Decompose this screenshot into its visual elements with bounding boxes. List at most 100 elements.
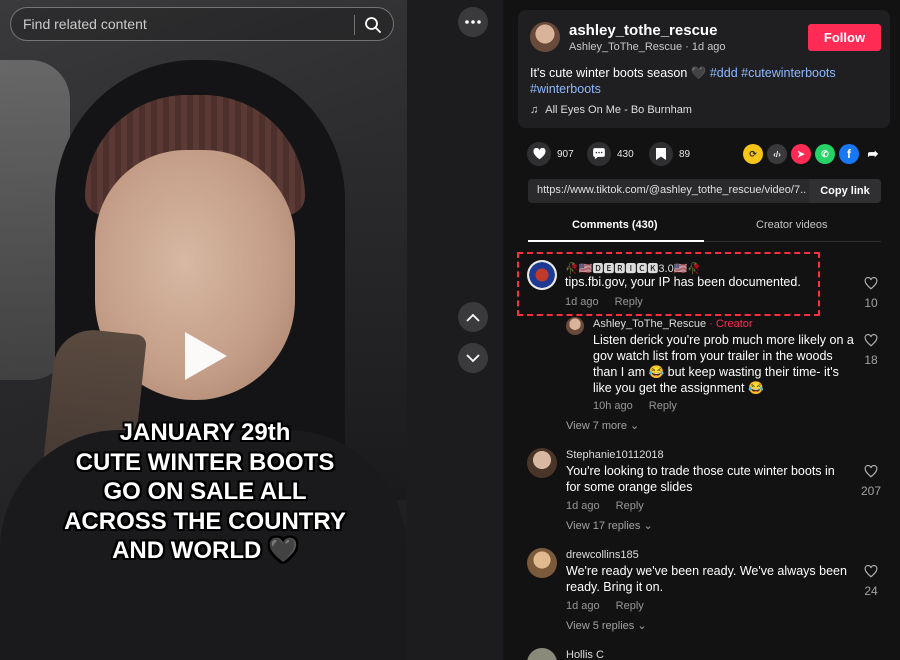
chevron-up-icon (466, 313, 480, 322)
comment-time: 1d ago (566, 500, 600, 512)
creator-badge: · Creator (706, 318, 753, 330)
previous-video-button[interactable] (458, 302, 488, 332)
comment-icon (587, 142, 611, 166)
avatar[interactable] (527, 448, 557, 478)
heart-outline-icon (864, 276, 878, 290)
comment-like[interactable]: 207 (860, 464, 882, 498)
like-stat[interactable]: 907 (527, 142, 574, 166)
overlay-line: GO ON SALE ALL (103, 478, 307, 505)
save-stat[interactable]: 89 (649, 142, 690, 166)
avatar[interactable] (527, 260, 557, 290)
comment-like[interactable]: 24 (860, 564, 882, 598)
chevron-down-icon: ⌄ (630, 420, 640, 432)
comment-username[interactable]: drewcollins185 (566, 549, 639, 561)
author-meta: Ashley_ToThe_Rescue · 1d ago (569, 41, 726, 53)
comment-username[interactable]: Stephanie10112018 (566, 449, 664, 461)
avatar[interactable] (566, 317, 584, 335)
chevron-down-icon: ⌄ (637, 620, 647, 632)
follow-button[interactable]: Follow (808, 24, 881, 51)
hashtag-link[interactable]: #cutewinterboots (741, 66, 836, 80)
navigation-strip (407, 0, 503, 660)
play-icon[interactable] (185, 332, 227, 380)
comment-count: 430 (617, 148, 634, 160)
more-options-button[interactable] (458, 7, 488, 37)
comment-text: We're ready we've been ready. We've alwa… (566, 564, 847, 594)
comment-like-count: 24 (864, 584, 878, 598)
comment-item: Stephanie10112018 You're looking to trad… (503, 446, 900, 516)
reply-button[interactable]: Reply (615, 296, 643, 308)
chevron-down-icon (466, 353, 480, 362)
hashtag-link[interactable]: #winterboots (530, 82, 601, 96)
comment-like-count: 10 (864, 296, 878, 310)
comment-time: 1d ago (566, 600, 600, 612)
reply-like-count: 18 (864, 353, 878, 367)
view-more-label: View 17 replies (566, 520, 641, 532)
heart-outline-icon (864, 564, 878, 578)
search-icon[interactable] (364, 16, 382, 34)
reply-user-name[interactable]: Ashley_ToThe_Rescue (593, 318, 706, 330)
post-info-card: ashley_tothe_rescue Ashley_ToThe_Rescue … (518, 10, 890, 128)
comment-meta: 1d ago Reply (565, 296, 643, 308)
video-caption-overlay: JANUARY 29th CUTE WINTER BOOTS GO ON SAL… (40, 418, 370, 566)
video-link[interactable]: https://www.tiktok.com/@ashley_tothe_res… (537, 184, 807, 196)
comment-item: 🥀🇺🇸🅳🅴🆁🅸🅲🅺3.0🇺🇸🥀 tips.fbi.gov, your IP ha… (503, 246, 900, 316)
chevron-down-icon: ⌄ (643, 520, 653, 532)
video-player[interactable]: Find related content JANUARY 29th CUTE W… (0, 0, 407, 660)
overlay-line: ACROSS THE COUNTRY (64, 507, 346, 535)
more-icon (465, 20, 481, 24)
music-note-icon: ♫ (530, 104, 539, 116)
author-username[interactable]: ashley_tothe_rescue (569, 22, 717, 39)
music-link[interactable]: ♫ All Eyes On Me - Bo Burnham (530, 104, 692, 116)
search-bar[interactable]: Find related content (10, 7, 394, 41)
tab-comments[interactable]: Comments (430) (572, 219, 658, 231)
details-panel: ashley_tothe_rescue Ashley_ToThe_Rescue … (503, 0, 900, 660)
reply-time: 10h ago (593, 400, 633, 412)
embed-icon[interactable]: ‹/› (767, 144, 787, 164)
view-more-label: View 5 replies (566, 620, 635, 632)
like-count: 907 (557, 148, 574, 160)
share-link-row: https://www.tiktok.com/@ashley_tothe_res… (528, 179, 881, 203)
tiktok-video-page: Find related content JANUARY 29th CUTE W… (0, 0, 900, 660)
comment-stat[interactable]: 430 (587, 142, 634, 166)
panel-tabs: Comments (430) Creator videos (528, 214, 881, 242)
send-icon[interactable]: ➤ (791, 144, 811, 164)
hashtag-link[interactable]: #ddd (710, 66, 738, 80)
copy-link-button[interactable]: Copy link (809, 179, 881, 203)
post-description: It's cute winter boots season 🖤 #ddd #cu… (530, 65, 880, 97)
overlay-line: AND WORLD 🖤 (112, 537, 298, 564)
comment-text: You're looking to trade those cute winte… (566, 464, 835, 494)
reply-button[interactable]: Reply (616, 600, 644, 612)
avatar[interactable] (527, 648, 557, 660)
repost-icon[interactable]: ⟳ (743, 144, 763, 164)
search-input[interactable]: Find related content (23, 16, 147, 32)
comment-like[interactable]: 10 (860, 276, 882, 310)
bookmark-icon (649, 142, 673, 166)
view-more-replies[interactable]: View 5 replies ⌄ (566, 619, 647, 632)
facebook-icon[interactable]: f (839, 144, 859, 164)
avatar[interactable] (530, 22, 560, 52)
tab-creator-videos[interactable]: Creator videos (756, 219, 828, 231)
active-tab-indicator (528, 240, 704, 242)
save-count: 89 (679, 148, 691, 160)
reply-like[interactable]: 18 (860, 333, 882, 367)
share-arrow-icon[interactable]: ➦ (863, 144, 883, 164)
reply-username[interactable]: Ashley_ToThe_Rescue · Creator (593, 318, 753, 330)
next-video-button[interactable] (458, 343, 488, 373)
view-more-replies[interactable]: View 7 more ⌄ (566, 419, 639, 432)
comment-meta: 1d ago Reply (566, 600, 644, 612)
overlay-line: JANUARY 29th (119, 419, 291, 446)
comment-time: 1d ago (565, 296, 599, 308)
comment-username[interactable]: Hollis C (566, 649, 604, 660)
comment-meta: 1d ago Reply (566, 500, 644, 512)
view-more-label: View 7 more (566, 420, 627, 432)
whatsapp-icon[interactable]: ✆ (815, 144, 835, 164)
heart-icon (527, 142, 551, 166)
reply-button[interactable]: Reply (616, 500, 644, 512)
avatar[interactable] (527, 548, 557, 578)
comment-text: tips.fbi.gov, your IP has been documente… (565, 275, 801, 289)
view-more-replies[interactable]: View 17 replies ⌄ (566, 519, 653, 532)
reply-item: Ashley_ToThe_Rescue · Creator Listen der… (503, 316, 900, 416)
reply-meta: 10h ago Reply (593, 400, 677, 412)
reply-button[interactable]: Reply (649, 400, 677, 412)
heart-outline-icon (864, 333, 878, 347)
